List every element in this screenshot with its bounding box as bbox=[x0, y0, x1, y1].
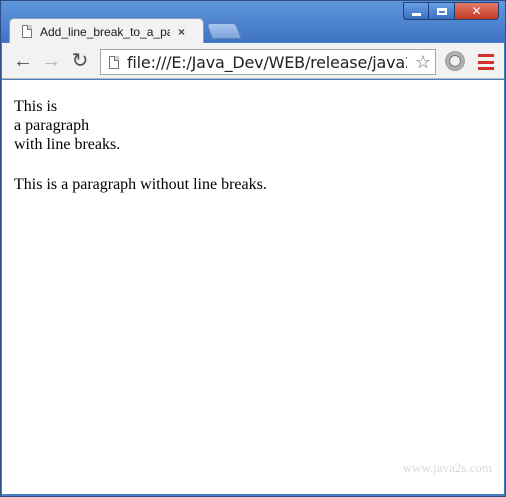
paragraph-line: a paragraph bbox=[14, 117, 90, 134]
paragraph-line: with line breaks. bbox=[14, 136, 121, 153]
paragraph-line: This is bbox=[14, 98, 58, 115]
window-bottom-frame bbox=[1, 494, 505, 496]
minimize-icon bbox=[411, 12, 421, 16]
tab-title: Add_line_break_to_a_paragraph bbox=[40, 24, 170, 39]
paragraph-without-line-breaks: This is a paragraph without line breaks. bbox=[14, 176, 267, 193]
tab-active[interactable]: Add_line_break_to_a_paragraph × bbox=[9, 18, 204, 44]
url-text[interactable]: file:///E:/Java_Dev/WEB/release/java2sID… bbox=[127, 53, 407, 72]
maximize-icon bbox=[436, 7, 447, 15]
bookmark-star-icon[interactable]: ☆ bbox=[415, 52, 431, 73]
forward-arrow-icon: → bbox=[41, 50, 61, 72]
page-content: This is a paragraph with line breaks. Th… bbox=[2, 80, 504, 494]
minimize-button[interactable] bbox=[403, 2, 429, 20]
extension-icon[interactable] bbox=[445, 51, 465, 71]
close-window-button[interactable]: ✕ bbox=[455, 2, 499, 20]
close-icon: ✕ bbox=[471, 4, 482, 18]
reload-button[interactable]: ↻ bbox=[69, 51, 91, 71]
window-controls: ✕ bbox=[403, 2, 499, 20]
new-tab-button[interactable] bbox=[206, 23, 242, 39]
page-icon bbox=[22, 25, 32, 38]
address-bar[interactable]: file:///E:/Java_Dev/WEB/release/java2sID… bbox=[100, 49, 436, 75]
reload-icon: ↻ bbox=[71, 50, 89, 72]
browser-window: ✕ Add_line_break_to_a_paragraph × ← → ↻ … bbox=[0, 0, 506, 497]
paragraph-with-line-breaks: This is a paragraph with line breaks. bbox=[14, 97, 120, 154]
toolbar: ← → ↻ file:///E:/Java_Dev/WEB/release/ja… bbox=[2, 43, 504, 79]
watermark: www.java2s.com bbox=[402, 460, 492, 475]
page-icon bbox=[109, 55, 119, 69]
tab-close-icon[interactable]: × bbox=[178, 25, 185, 39]
back-arrow-icon: ← bbox=[13, 50, 33, 72]
maximize-button[interactable] bbox=[429, 2, 455, 20]
title-bar[interactable]: ✕ Add_line_break_to_a_paragraph × bbox=[1, 1, 505, 44]
menu-icon[interactable] bbox=[478, 54, 494, 70]
forward-button[interactable]: → bbox=[40, 51, 62, 71]
back-button[interactable]: ← bbox=[12, 51, 34, 71]
